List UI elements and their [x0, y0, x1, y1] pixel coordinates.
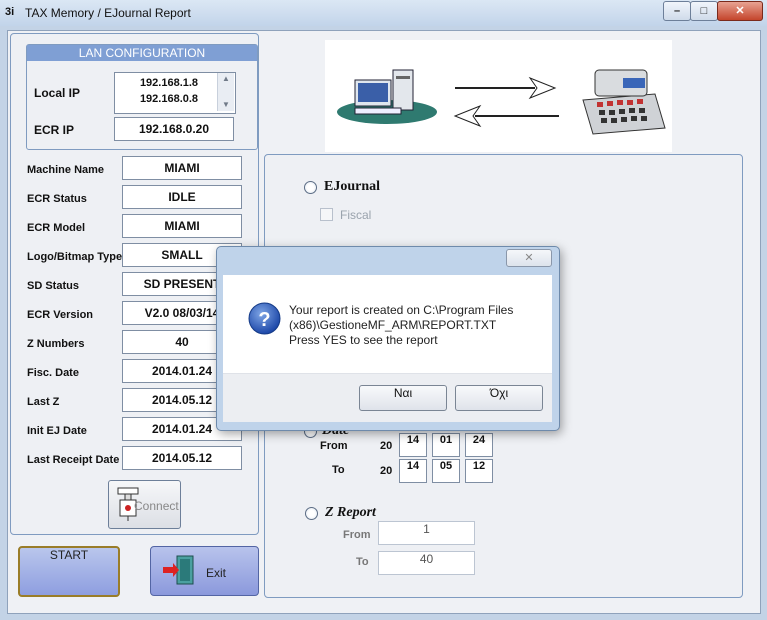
no-button[interactable]: Όχι — [455, 385, 543, 411]
info-label: Machine Name — [27, 164, 105, 176]
info-label: Last Receipt Date — [27, 454, 120, 466]
date-from-day[interactable]: 24 — [465, 433, 493, 457]
lan-config-header: LAN CONFIGURATION — [27, 45, 257, 61]
date-to-year[interactable]: 14 — [399, 459, 427, 483]
info-label: ECR Status — [27, 193, 87, 205]
info-label: Init EJ Date — [27, 425, 87, 437]
exit-button[interactable] — [150, 546, 259, 596]
zreport-label: Z Report — [325, 505, 376, 520]
yes-button[interactable]: Ναι — [359, 385, 447, 411]
ejournal-label: EJournal — [324, 179, 381, 194]
info-label: Z Numbers — [27, 338, 85, 350]
svg-text:?: ? — [258, 309, 270, 331]
fiscal-checkbox[interactable] — [320, 208, 333, 221]
dialog-message-line: Your report is created on C:\Program Fil… — [289, 303, 514, 317]
zreport-to-field[interactable]: 40 — [378, 551, 475, 575]
scroll-up-icon[interactable]: ▲ — [218, 73, 234, 85]
info-label: Last Z — [27, 396, 60, 408]
question-icon: ? — [248, 302, 281, 335]
ejournal-radio[interactable] — [304, 181, 317, 194]
info-label: ECR Version — [27, 309, 94, 321]
info-label: Fisc. Date — [27, 367, 79, 379]
exit-label: Exit — [206, 566, 227, 580]
exit-door-icon — [163, 555, 194, 585]
local-ip-item[interactable]: 192.168.0.8 — [117, 93, 221, 105]
date-from-label: From — [320, 440, 348, 452]
date-from-year[interactable]: 14 — [399, 433, 427, 457]
zreport-from-field[interactable]: 1 — [378, 521, 475, 545]
info-label: Logo/Bitmap Type — [27, 251, 123, 263]
info-value[interactable]: 2014.05.12 — [122, 446, 242, 470]
connect-label: Connect — [134, 499, 179, 513]
minimize-button[interactable]: – — [663, 1, 691, 21]
date-to-month[interactable]: 05 — [432, 459, 460, 483]
zreport-from-label: From — [343, 529, 371, 541]
close-button[interactable]: ✕ — [717, 1, 763, 21]
info-value[interactable]: MIAMI — [122, 214, 242, 238]
ecr-ip-field[interactable]: 192.168.0.20 — [114, 117, 234, 141]
zreport-radio[interactable] — [305, 507, 318, 520]
start-button[interactable]: START — [18, 546, 120, 597]
maximize-button[interactable]: □ — [690, 1, 718, 21]
info-value[interactable]: MIAMI — [122, 156, 242, 180]
scroll-down-icon[interactable]: ▼ — [218, 99, 234, 111]
date-from-month[interactable]: 01 — [432, 433, 460, 457]
window-title: TAX Memory / EJournal Report — [25, 6, 191, 20]
fiscal-label: Fiscal — [340, 208, 372, 222]
connection-illustration — [325, 40, 672, 152]
date-to-century: 20 — [380, 465, 393, 477]
dialog-message: Your report is created on C:\Program Fil… — [289, 303, 539, 348]
dialog-message-line: Press YES to see the report — [289, 333, 438, 347]
local-ip-item[interactable]: 192.168.1.8 — [117, 77, 221, 89]
dialog-message-line: (x86)\GestioneMF_ARM\REPORT.TXT — [289, 318, 497, 332]
pc-to-ecr-illustration — [337, 69, 666, 135]
app-icon: 3i — [5, 6, 15, 18]
info-value[interactable]: IDLE — [122, 185, 242, 209]
ecr-ip-label: ECR IP — [34, 123, 75, 137]
info-label: SD Status — [27, 280, 79, 292]
title-bar[interactable]: 3i TAX Memory / EJournal Report – □ ✕ — [0, 0, 767, 26]
date-to-day[interactable]: 12 — [465, 459, 493, 483]
local-ip-scrollbar[interactable]: ▲ ▼ — [217, 73, 234, 111]
zreport-to-label: To — [356, 556, 369, 568]
dialog-close-button[interactable]: ✕ — [506, 249, 552, 267]
info-label: ECR Model — [27, 222, 86, 234]
date-to-label: To — [332, 464, 345, 476]
local-ip-label: Local IP — [34, 86, 81, 100]
date-from-century: 20 — [380, 440, 393, 452]
